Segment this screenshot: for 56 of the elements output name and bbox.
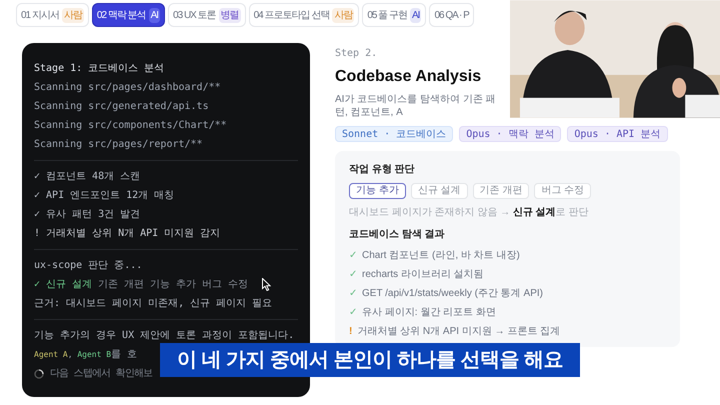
judgement-note: 대시보드 페이지가 존재하지 않음 → 신규 설계로 판단 [349, 206, 590, 220]
step-tab[interactable]: 01 지시서 사람 [16, 3, 89, 27]
finding-text: GET /api/v1/stats/weekly (주간 통계 API) [362, 287, 543, 301]
model-tag: Sonnet · 코드베이스 [335, 126, 454, 142]
cursor-icon [262, 278, 272, 291]
option-button[interactable]: 신규 설계 [410, 183, 468, 199]
tab-badge: 사람 [332, 8, 354, 22]
terminal-line: Scanning src/generated/api.ts [34, 100, 210, 114]
finding-text: recharts 라이브러리 설치됨 [362, 268, 484, 282]
step-tab[interactable]: 04 프로토타입 선택 사람 [248, 3, 360, 27]
terminal-line: Scanning src/pages/report/** [34, 138, 204, 152]
step-tab[interactable]: 06 QA · P [429, 3, 474, 27]
finding-text: 유사 페이지: 월간 리포트 화면 [362, 306, 496, 320]
terminal-line: ! 거래처별 상위 N개 API 미지원 감지 [34, 227, 222, 241]
agent-line: Agent A, Agent B를 호 [34, 348, 138, 362]
page-description: AI가 코드베이스를 탐색하여 기존 패턴, 컴포넌트, A [335, 93, 497, 119]
page-title: Codebase Analysis [335, 67, 482, 87]
terminal-line: ✓ API 엔드포인트 12개 매칭 [34, 189, 176, 203]
terminal-line: Scanning src/components/Chart/** [34, 119, 228, 133]
terminal-line: 근거: 대시보드 페이지 미존재, 신규 페이지 필요 [34, 297, 274, 311]
option-button[interactable]: 버그 수정 [534, 183, 592, 199]
check-mark: ✓ [349, 287, 357, 301]
step-tab[interactable]: 02 맥락 분석 AI [92, 3, 166, 27]
option-button[interactable]: 기존 개편 [472, 183, 530, 199]
check-mark: ✓ [349, 249, 357, 263]
check-mark: ✓ [349, 268, 357, 282]
scope-option: 버그 수정 [202, 275, 248, 294]
terminal-line: ✓ 유사 패턴 3건 발견 [34, 208, 142, 222]
step-label: Step 2. [335, 47, 378, 61]
terminal-line: 기능 추가의 경우 UX 제안에 토론 과정이 포함됩니다. [34, 329, 296, 343]
model-tag: Opus · API 분석 [567, 126, 668, 142]
scope-option: 신규 설계 [46, 275, 92, 294]
tab-badge: 병렬 [218, 8, 241, 22]
finding-text: 거래처별 상위 N개 API 미지원 → 프론트 집계 [357, 325, 560, 339]
warning-mark: ! [349, 325, 352, 339]
model-tag: Opus · 맥락 분석 [459, 126, 562, 142]
tab-badge: AI [148, 8, 160, 22]
option-button[interactable]: 기능 추가 [349, 183, 406, 199]
tab-badge: 사람 [62, 8, 84, 22]
step-tab[interactable]: 05 풀 구현 AI [362, 3, 426, 27]
step-tab[interactable]: 03 UX 토론 병렬 [168, 3, 246, 27]
spinner-icon [34, 368, 44, 378]
terminal-line: ux-scope 판단 중... [34, 259, 144, 273]
check-mark: ✓ [349, 306, 357, 320]
section-heading: 코드베이스 탐색 결과 [349, 228, 446, 242]
scope-option: 기능 추가 [150, 275, 196, 294]
tab-badge: AI [410, 8, 422, 22]
check-mark: ✓ [34, 278, 40, 292]
terminal-line: ✓ 컴포넌트 48개 스캔 [34, 170, 142, 184]
stage-heading: Stage 1: 코드베이스 분석 [34, 62, 166, 76]
subtitle-text: 이 네 가지 중에서 본인이 하나를 선택을 해요 [176, 348, 564, 373]
status-text: 다음 스텝에서 확인해보 [50, 367, 152, 381]
terminal-line: Scanning src/pages/dashboard/** [34, 81, 222, 95]
section-heading: 작업 유형 판단 [349, 163, 416, 177]
finding-text: Chart 컴포넌트 (라인, 바 차트 내장) [362, 249, 520, 263]
scope-option: 기존 개편 [98, 275, 144, 294]
